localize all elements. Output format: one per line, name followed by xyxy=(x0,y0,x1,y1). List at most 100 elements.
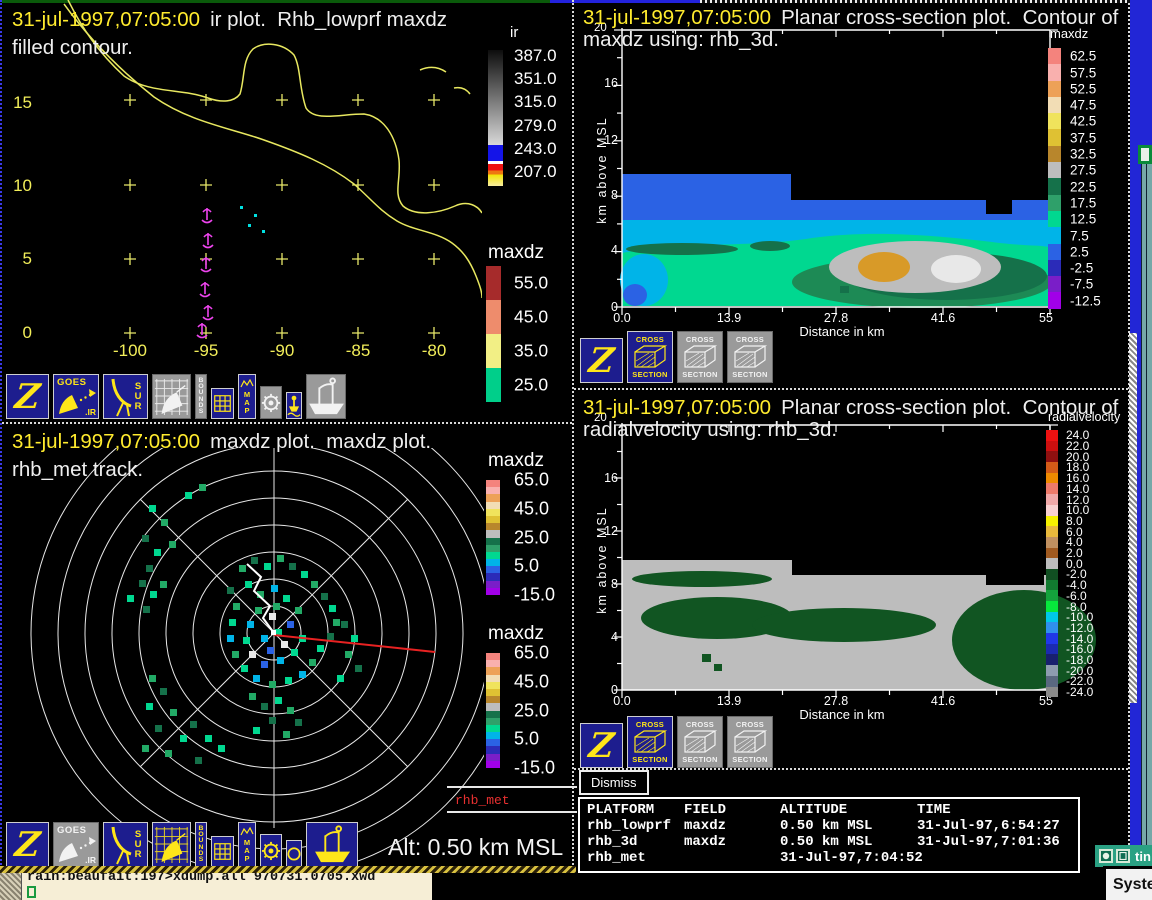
radialvelocity-colorbar: radialvelocity24.022.020.018.016.014.012… xyxy=(1046,410,1132,424)
br-x-axis-label: Distance in km xyxy=(762,707,922,722)
colorbar-tick-label: 65.0 xyxy=(514,470,549,491)
dismiss-button[interactable]: Dismiss xyxy=(579,770,649,795)
cross-section-icon-label: CROSS xyxy=(636,335,664,344)
maxdz-contour-field xyxy=(620,48,1052,308)
tick-label: 27.8 xyxy=(824,311,848,325)
lat-lon-grid-marks xyxy=(124,94,440,339)
buoy-icon xyxy=(287,393,301,418)
table-cell: 0.50 km MSL xyxy=(780,818,917,834)
tl-maxdz-colorbar: maxdz55.045.035.025.0 xyxy=(486,242,576,264)
terminal-window[interactable]: rain:beaufait:197>xdump.all 970731.0705.… xyxy=(0,873,432,900)
tl-toolbar: Z GOES .IR SUR BOUNDS MAP xyxy=(6,373,346,419)
subgrid-button[interactable] xyxy=(211,388,234,419)
gear-icon xyxy=(261,835,281,866)
colorbar-tick-label: 45.0 xyxy=(514,671,549,692)
cross-section-button-3[interactable]: CROSS SECTION xyxy=(727,331,773,383)
cube-icon xyxy=(732,344,768,370)
zebra-button[interactable]: Z xyxy=(6,822,49,867)
tl-timestamp: 31-jul-1997,07:05:00 xyxy=(12,8,200,31)
tick-label: 41.6 xyxy=(931,311,955,325)
table-cell: rhb_met xyxy=(587,850,684,866)
bounds-button[interactable]: BOUNDS xyxy=(195,374,207,419)
table-header-cell: ALTITUDE xyxy=(780,802,917,818)
colorbar-title: radialvelocity xyxy=(1046,410,1132,424)
goes-ir-button[interactable]: GOES .IR xyxy=(53,822,99,867)
tr-panel-title: 31-jul-1997,07:05:00Planar cross-section… xyxy=(583,6,1118,30)
colorbar-tick-label: 25.0 xyxy=(514,527,549,548)
tick-label: -85 xyxy=(346,341,371,361)
colorbar-tick-label: 279.0 xyxy=(514,116,557,136)
window-menu-icon[interactable] xyxy=(1099,849,1113,863)
tick-label: -100 xyxy=(113,341,147,361)
gear-button[interactable] xyxy=(260,386,282,419)
zebra-logo-icon: Z xyxy=(587,728,616,764)
map-button[interactable]: MAP xyxy=(238,822,256,867)
grid-radar-icon xyxy=(153,823,190,866)
colorbar-tick-label: 17.5 xyxy=(1070,195,1096,210)
map-icon: MAP xyxy=(239,826,255,863)
terminal-prompt-line: rain:beaufait:197>xdump.all 970731.0705.… xyxy=(27,873,375,885)
ship-button[interactable] xyxy=(306,822,358,867)
cross-section-button-1[interactable]: CROSS SECTION xyxy=(627,716,673,768)
tr-x-axis: 0.013.927.841.655 xyxy=(578,311,1132,325)
tick-label: 12 xyxy=(604,133,618,147)
map-button[interactable]: MAP xyxy=(238,374,256,419)
bounds-button[interactable]: BOUNDS xyxy=(195,822,207,867)
mini-window-body[interactable]: Syste xyxy=(1103,866,1152,900)
colorbar-tick-label: 65.0 xyxy=(514,643,549,664)
colorbar-swatches xyxy=(1046,430,1058,698)
tick-label: 16 xyxy=(604,471,618,485)
surveillance-button[interactable]: SUR xyxy=(103,374,148,419)
goes-satellite-icon: GOES .IR xyxy=(54,375,98,418)
gear-button[interactable] xyxy=(260,834,282,867)
bounds-icon: BOUNDS xyxy=(198,826,203,864)
surveillance-button[interactable]: SUR xyxy=(103,822,148,867)
colorbar-tick-label: 25.0 xyxy=(514,375,548,396)
tl-panel-title: 31-jul-1997,07:05:00 ir plot. Rhb_lowprf … xyxy=(12,8,447,32)
zebra-button[interactable]: Z xyxy=(6,374,49,419)
ship-button[interactable] xyxy=(306,374,346,419)
cross-section-button-2[interactable]: CROSS SECTION xyxy=(677,331,723,383)
colorbar-title: maxdz xyxy=(1048,26,1132,41)
zebra-button[interactable]: Z xyxy=(580,723,623,768)
table-row: rhb_lowprfmaxdz0.50 km MSL31-Jul-97,6:54… xyxy=(587,818,1078,834)
tick-label: 0.0 xyxy=(613,311,630,325)
grid-radar-button[interactable] xyxy=(152,374,191,419)
zebra-button[interactable]: Z xyxy=(580,338,623,383)
circle-icon xyxy=(287,841,301,866)
goes-ir-button[interactable]: GOES .IR xyxy=(53,374,99,419)
bl-toolbar: Z GOES .IR SUR BOUNDS MAP xyxy=(6,820,358,867)
br-toolbar: ZCROSS SECTIONCROSS SECTIONCROSS SECTION xyxy=(580,716,773,768)
bl-maxdz-colorbar-2: maxdz65.045.025.05.0-15.0 xyxy=(486,623,576,645)
cloud-specks xyxy=(240,206,265,233)
colorbar-title: ir xyxy=(488,24,576,41)
tl-title-text: ir plot. Rhb_lowprf maxdz xyxy=(210,8,447,31)
circle-button[interactable] xyxy=(286,840,302,867)
cross-section-button-1[interactable]: CROSS SECTION xyxy=(627,331,673,383)
colorbar-title: maxdz xyxy=(486,242,576,264)
grid-radar-button[interactable] xyxy=(152,822,191,867)
colorbar-tick-label: 2.5 xyxy=(1070,244,1089,259)
buoy-button[interactable] xyxy=(286,392,302,419)
table-cell: 31-Jul-97,7:01:36 xyxy=(917,834,1078,850)
mini-window-titlebar[interactable]: tin xyxy=(1095,845,1152,867)
table-cell: 31-Jul-97,7:04:52 xyxy=(780,850,917,866)
ship-icon xyxy=(307,375,345,418)
map-icon: MAP xyxy=(239,378,255,415)
colorbar-tick-label: 27.5 xyxy=(1070,163,1096,178)
table-cell: rhb_lowprf xyxy=(587,818,684,834)
radar-center-marker xyxy=(271,630,276,635)
track-legend-box: rhb_met xyxy=(447,786,577,813)
cross-section-button-2[interactable]: CROSS SECTION xyxy=(677,716,723,768)
colorbar-tick-label: -15.0 xyxy=(514,758,555,779)
table-cell: 31-Jul-97,6:54:27 xyxy=(917,818,1078,834)
subgrid-button[interactable] xyxy=(211,836,234,867)
cross-section-button-3[interactable]: CROSS SECTION xyxy=(727,716,773,768)
colorbar-tick-label: 351.0 xyxy=(514,69,557,89)
background-window-icon[interactable] xyxy=(1138,145,1152,164)
terminal-scrollbar[interactable] xyxy=(0,873,22,900)
tick-label: 41.6 xyxy=(931,694,955,708)
window-document-icon[interactable] xyxy=(1116,849,1130,863)
cross-section-icon-label: CROSS xyxy=(636,720,664,729)
table-cell xyxy=(917,850,1078,866)
